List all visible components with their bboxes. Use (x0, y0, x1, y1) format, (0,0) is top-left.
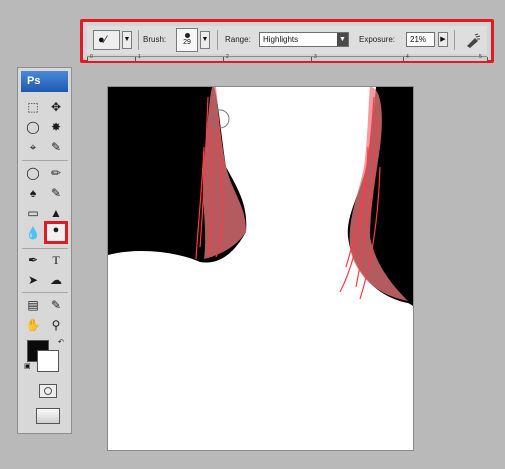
ruler-tick (487, 57, 488, 61)
notes-tool-icon[interactable]: ▤ (23, 296, 43, 314)
exposure-input[interactable]: 21% (406, 32, 435, 47)
crop-tool-icon[interactable]: ⌖ (23, 138, 43, 156)
range-value: Highlights (263, 35, 299, 44)
ruler-tick (403, 57, 404, 61)
dodge-tool-icon[interactable]: ● (44, 221, 68, 244)
tool-preset-dropdown[interactable]: ▼ (122, 31, 132, 49)
zoom-tool-icon[interactable]: ⚲ (46, 316, 66, 334)
exposure-value: 21% (410, 35, 427, 44)
separator (22, 248, 68, 249)
ruler-tick (311, 57, 312, 61)
brush-picker-dropdown[interactable]: ▼ (200, 31, 210, 49)
range-label: Range: (225, 35, 251, 44)
ruler-tick (223, 57, 224, 61)
clone-stamp-tool-icon[interactable]: ♠ (23, 184, 43, 202)
swap-colors-icon[interactable]: ↶ (58, 338, 64, 346)
screen-mode-icon[interactable] (36, 408, 60, 424)
range-dropdown-icon: ▼ (337, 33, 348, 46)
separator (22, 292, 68, 293)
options-bar-body: ●⁄ ▼ Brush: 29 ▼ Range: Highlights ▼ Exp… (87, 26, 487, 54)
default-colors-icon[interactable]: ▣ (24, 362, 31, 370)
path-selection-tool-icon[interactable]: ➤ (23, 271, 43, 289)
ruler-mark-5: 5 (479, 54, 482, 60)
separator (454, 30, 455, 50)
ruler-tick (87, 57, 88, 61)
marquee-tool-icon[interactable]: ⬚ (23, 98, 43, 116)
brush-size: 29 (183, 39, 191, 46)
document-canvas[interactable] (107, 86, 414, 451)
ruler-tick (135, 57, 136, 61)
move-tool-icon[interactable]: ✥ (46, 98, 66, 116)
healing-brush-tool-icon[interactable]: ◯ (23, 164, 43, 182)
options-bar: ●⁄ ▼ Brush: 29 ▼ Range: Highlights ▼ Exp… (80, 19, 494, 63)
mask-image (108, 87, 413, 450)
exposure-label: Exposure: (359, 35, 396, 44)
separator (217, 30, 218, 50)
brush-tool-icon[interactable]: ✏ (46, 164, 66, 182)
type-tool-icon[interactable]: T (46, 251, 66, 269)
magic-wand-tool-icon[interactable]: ✸ (46, 118, 66, 136)
tools-panel: Ps ⬚ ✥ ◯ ✸ ⌖ ✎ ◯ ✏ ♠ ✎ ▭ ▲ 💧 ● ✒ T ➤ ☁ ▤… (17, 67, 72, 434)
pen-tool-icon[interactable]: ✒ (23, 251, 43, 269)
quick-mask-icon[interactable] (39, 384, 57, 398)
dodge-tool-icon: ●⁄ (98, 34, 107, 46)
blur-tool-icon[interactable]: 💧 (23, 224, 43, 242)
hand-tool-icon[interactable]: ✋ (23, 316, 43, 334)
eraser-tool-icon[interactable]: ▭ (23, 204, 43, 222)
ruler-mark-2: 2 (226, 54, 229, 60)
airbrush-icon[interactable] (465, 32, 481, 48)
ruler-mark-4: 4 (406, 54, 409, 60)
lasso-tool-icon[interactable]: ◯ (23, 118, 43, 136)
eyedropper-tool-icon[interactable]: ✎ (46, 296, 66, 314)
brush-label: Brush: (143, 35, 167, 44)
brush-preview[interactable]: 29 (176, 28, 198, 52)
history-brush-tool-icon[interactable]: ✎ (46, 184, 66, 202)
ruler-mark-0: 0 (90, 54, 93, 60)
ps-logo: Ps (21, 71, 68, 92)
brush-tip-icon (184, 33, 190, 38)
ruler-mark-3: 3 (314, 54, 317, 60)
tool-preset-picker[interactable]: ●⁄ (93, 30, 120, 50)
background-color-swatch[interactable] (37, 350, 59, 372)
paint-bucket-tool-icon[interactable]: ▲ (46, 204, 66, 222)
exposure-slider-button[interactable]: ▶ (438, 32, 448, 47)
ruler-mark-1: 1 (138, 54, 141, 60)
range-select[interactable]: Highlights ▼ (259, 32, 349, 47)
separator (138, 30, 139, 50)
custom-shape-tool-icon[interactable]: ☁ (46, 271, 66, 289)
eyedropper-slice-tool-icon[interactable]: ✎ (46, 138, 66, 156)
horizontal-ruler: 0 1 2 3 4 5 (87, 54, 488, 61)
separator (22, 160, 68, 161)
